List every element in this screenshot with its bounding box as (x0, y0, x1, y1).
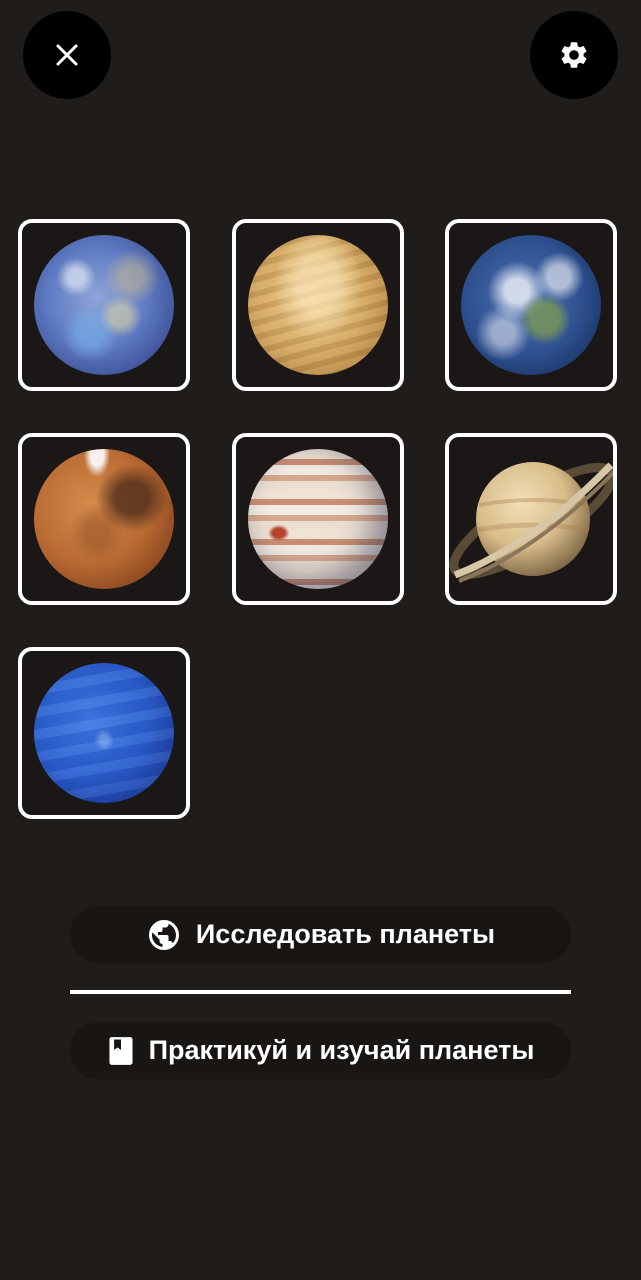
book-icon (109, 1036, 133, 1065)
practice-planets-label: Практикуй и изучай планеты (148, 1035, 535, 1065)
practice-planets-button[interactable]: Практикуй и изучай планеты (70, 1022, 571, 1079)
planet-tile-mercury[interactable] (18, 219, 190, 391)
gear-icon (561, 42, 587, 68)
venus-icon (248, 235, 388, 375)
settings-button[interactable] (530, 11, 618, 99)
saturn-icon (449, 437, 613, 601)
planet-tile-saturn[interactable] (445, 433, 617, 605)
explore-planets-label: Исследовать планеты (195, 919, 496, 949)
globe-icon (148, 919, 179, 950)
earth-icon (461, 235, 601, 375)
planet-tile-mars[interactable] (18, 433, 190, 605)
explore-planets-button[interactable]: Исследовать планеты (70, 906, 571, 963)
planet-tile-earth[interactable] (445, 219, 617, 391)
divider (70, 990, 571, 994)
planet-tile-venus[interactable] (232, 219, 404, 391)
mercury-icon (34, 235, 174, 375)
jupiter-icon (248, 449, 388, 589)
close-icon (56, 44, 78, 66)
planet-tile-neptune[interactable] (18, 647, 190, 819)
mars-icon (34, 449, 174, 589)
planet-tile-jupiter[interactable] (232, 433, 404, 605)
neptune-icon (34, 663, 174, 803)
close-button[interactable] (23, 11, 111, 99)
